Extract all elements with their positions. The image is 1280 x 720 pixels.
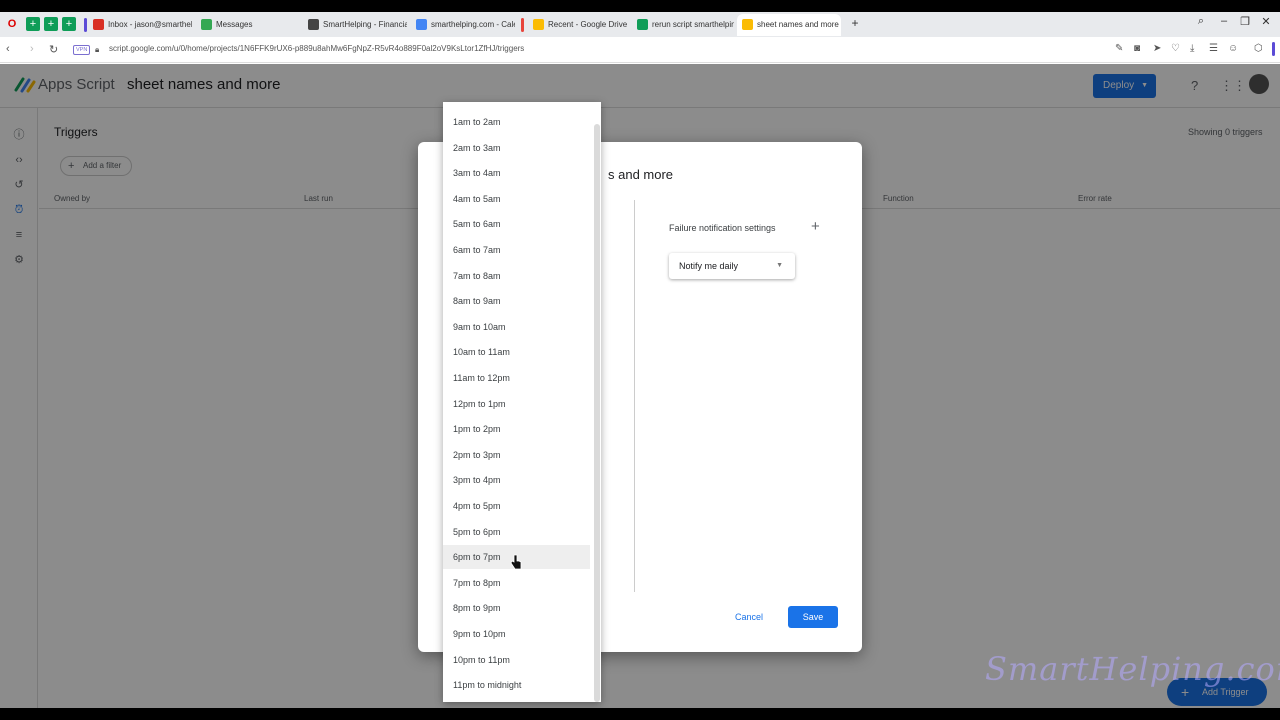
time-option[interactable]: 3pm to 4pm bbox=[443, 468, 590, 492]
restore-icon[interactable]: ❐ bbox=[1236, 15, 1254, 28]
tab-favicon-icon bbox=[637, 19, 648, 30]
tab-favicon-icon bbox=[533, 19, 544, 30]
tab-favicon-icon bbox=[308, 19, 319, 30]
tab-favicon-icon bbox=[416, 19, 427, 30]
lock-icon[interactable]: 🔒︎ bbox=[95, 45, 99, 55]
sheets-pinned-icon[interactable]: + bbox=[26, 17, 40, 31]
time-option[interactable]: 12pm to 1pm bbox=[443, 392, 590, 416]
hand-cursor-icon bbox=[510, 554, 522, 570]
browser-tab[interactable]: Inbox - jason@smarthelp bbox=[88, 14, 192, 36]
new-tab-icon[interactable]: + bbox=[846, 16, 864, 30]
tab-label: Inbox - jason@smarthelp bbox=[108, 20, 192, 29]
time-option[interactable]: 1am to 2am bbox=[443, 110, 590, 134]
minimize-icon[interactable]: – bbox=[1215, 15, 1233, 27]
dialog-title: s and more bbox=[608, 167, 674, 182]
tab-label: Messages bbox=[216, 20, 253, 29]
failure-notification-label: Failure notification settings bbox=[669, 223, 776, 233]
time-option[interactable]: 9pm to 10pm bbox=[443, 622, 590, 646]
heart-icon[interactable]: ♡ bbox=[1171, 43, 1180, 54]
edit-icon[interactable]: ✎ bbox=[1115, 43, 1123, 54]
download-icon[interactable]: ⤓ bbox=[1190, 43, 1194, 54]
tab-separator bbox=[84, 18, 87, 32]
browser-tab[interactable]: Recent - Google Drive bbox=[528, 14, 628, 36]
forward-icon[interactable]: › bbox=[30, 43, 34, 55]
time-option[interactable]: 7am to 8am bbox=[443, 264, 590, 288]
time-option[interactable]: 10am to 11am bbox=[443, 340, 590, 364]
tab-favicon-icon bbox=[93, 19, 104, 30]
time-option[interactable]: 3am to 4am bbox=[443, 161, 590, 185]
notify-select[interactable]: Notify me daily ▼ bbox=[669, 253, 795, 279]
time-option[interactable]: 10pm to 11pm bbox=[443, 648, 590, 672]
tab-label: rerun script smarthelping bbox=[652, 20, 734, 29]
screen: O + + + Inbox - jason@smarthelp Messages S… bbox=[0, 12, 1280, 708]
browser-tab-bar: O + + + Inbox - jason@smarthelp Messages S… bbox=[0, 12, 1280, 37]
vpn-badge[interactable]: VPN bbox=[73, 45, 91, 55]
camera-icon[interactable]: ◙ bbox=[1134, 43, 1140, 54]
tab-favicon-icon bbox=[201, 19, 212, 30]
url-field[interactable]: script.google.com/u/0/home/projects/1N6F… bbox=[109, 44, 524, 53]
tab-label: Recent - Google Drive bbox=[548, 20, 628, 29]
sidebar-accent bbox=[1272, 42, 1275, 56]
opera-logo-icon[interactable]: O bbox=[5, 17, 19, 31]
time-option[interactable]: 1pm to 2pm bbox=[443, 417, 590, 441]
time-of-day-dropdown: 1am to 2am 2am to 3am 3am to 4am 4am to 5am… bbox=[443, 102, 601, 702]
time-option[interactable]: 2pm to 3pm bbox=[443, 443, 590, 467]
dropdown-scrollbar[interactable] bbox=[594, 124, 600, 702]
tab-label: sheet names and more - bbox=[757, 20, 841, 29]
time-option[interactable]: 11pm to midnight bbox=[443, 673, 590, 697]
tab-label: SmartHelping - Financial bbox=[323, 20, 407, 29]
time-option[interactable]: 8am to 9am bbox=[443, 289, 590, 313]
time-option[interactable]: 4pm to 5pm bbox=[443, 494, 590, 518]
time-option[interactable]: 5pm to 6pm bbox=[443, 520, 590, 544]
send-icon[interactable]: ➤ bbox=[1153, 43, 1161, 54]
apps-script-app: Apps Script sheet names and more Deploy … bbox=[0, 64, 1280, 708]
add-notification-icon[interactable]: + bbox=[811, 218, 820, 235]
time-option[interactable]: 2am to 3am bbox=[443, 136, 590, 160]
browser-tab[interactable]: sheet names and more - bbox=[737, 14, 841, 36]
notify-value: Notify me daily bbox=[679, 261, 739, 271]
sheets-pinned-icon[interactable]: + bbox=[44, 17, 58, 31]
browser-tab[interactable]: rerun script smarthelping bbox=[632, 14, 734, 36]
tab-separator bbox=[521, 18, 524, 32]
time-option[interactable]: 9am to 10am bbox=[443, 315, 590, 339]
search-tabs-icon[interactable]: ⌕ bbox=[1192, 15, 1210, 28]
sheets-pinned-icon[interactable]: + bbox=[62, 17, 76, 31]
close-window-icon[interactable]: ✕ bbox=[1257, 15, 1275, 28]
tab-favicon-icon bbox=[742, 19, 753, 30]
save-button[interactable]: Save bbox=[788, 606, 838, 628]
browser-tab[interactable]: smarthelping.com - Calen bbox=[411, 14, 515, 36]
time-option[interactable]: 11am to 12pm bbox=[443, 366, 590, 390]
time-option[interactable]: 7pm to 8pm bbox=[443, 571, 590, 595]
cancel-button[interactable]: Cancel bbox=[724, 606, 774, 628]
chevron-down-icon: ▼ bbox=[776, 262, 783, 269]
time-option[interactable]: 4am to 5am bbox=[443, 187, 590, 211]
time-option[interactable]: 8pm to 9pm bbox=[443, 596, 590, 620]
menu-icon[interactable]: ☰ bbox=[1209, 43, 1218, 54]
time-option[interactable]: 6am to 7am bbox=[443, 238, 590, 262]
back-icon[interactable]: ‹ bbox=[6, 43, 10, 55]
watermark: SmartHelping.com bbox=[985, 650, 1280, 688]
reload-icon[interactable]: ↻ bbox=[49, 43, 58, 56]
tab-label: smarthelping.com - Calen bbox=[431, 20, 515, 29]
extensions-icon[interactable]: ⬡ bbox=[1254, 43, 1263, 54]
time-option[interactable]: 5am to 6am bbox=[443, 212, 590, 236]
address-bar: ‹ › ↻ VPN 🔒︎ script.google.com/u/0/home/… bbox=[0, 37, 1280, 63]
browser-tab[interactable]: SmartHelping - Financial bbox=[303, 14, 407, 36]
profile-icon[interactable]: ☺ bbox=[1228, 43, 1238, 54]
dialog-divider bbox=[634, 200, 635, 592]
browser-tab[interactable]: Messages bbox=[196, 14, 300, 36]
